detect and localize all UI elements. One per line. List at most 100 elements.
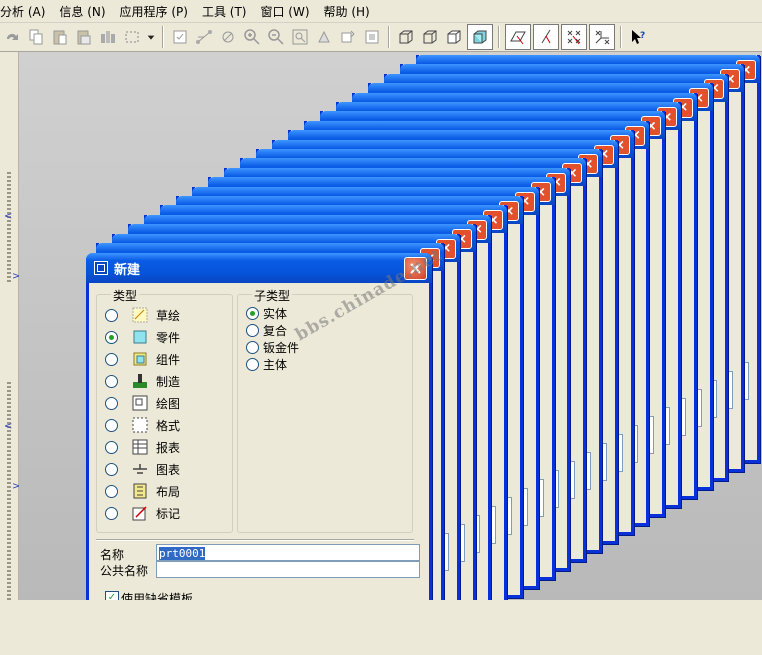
type-option-label: 绘图 — [156, 396, 181, 411]
subtype-option-label: 实体 — [263, 306, 288, 321]
common-name-field[interactable] — [156, 561, 420, 578]
type-radio[interactable] — [105, 330, 118, 344]
strip-grip[interactable] — [7, 172, 11, 282]
type-radio[interactable] — [105, 440, 118, 454]
type-option[interactable]: 图表 — [105, 459, 180, 479]
manufacturing-icon — [132, 373, 148, 389]
new-dialog: 新建 类型 草绘 零件 组件 制造 绘图 格式 报表 图表 布局 标记 子类型 实体 复合 钣金件 主体… — [86, 253, 432, 650]
markup-icon — [132, 505, 148, 521]
assembly-icon — [132, 351, 148, 367]
type-option[interactable]: 绘图 — [105, 393, 180, 413]
chevron-left-icon[interactable]: < — [4, 212, 12, 222]
type-radio[interactable] — [105, 418, 118, 432]
subtype-radio[interactable] — [246, 357, 259, 371]
type-radio[interactable] — [105, 374, 118, 388]
datum-point-icon[interactable] — [217, 26, 239, 48]
menu-apps[interactable]: 应用程序 (P) — [113, 3, 195, 20]
point-symbols-toggle-icon[interactable] — [561, 24, 587, 50]
no-hidden-icon[interactable] — [443, 26, 465, 48]
diagram-icon — [132, 461, 148, 477]
layout-icon — [132, 483, 148, 499]
name-field[interactable]: prt0001 — [156, 544, 420, 561]
menu-help[interactable]: 帮助 (H) — [317, 3, 377, 20]
type-option[interactable]: 草绘 — [105, 305, 180, 325]
subtype-option[interactable]: 钣金件 — [246, 338, 299, 356]
subtype-radio[interactable] — [246, 306, 259, 320]
window-icon — [94, 261, 108, 275]
hidden-line-icon[interactable] — [419, 26, 441, 48]
view-manager-icon[interactable] — [361, 26, 383, 48]
toolbar-separator — [162, 26, 164, 48]
context-help-icon[interactable]: ? — [627, 26, 649, 48]
type-radio[interactable] — [105, 462, 118, 476]
shading-icon[interactable] — [467, 24, 493, 50]
type-radio[interactable] — [105, 308, 118, 322]
subtype-option[interactable]: 主体 — [246, 355, 287, 373]
status-bar — [0, 600, 762, 655]
part-icon — [132, 329, 148, 345]
select-box-icon[interactable] — [121, 26, 143, 48]
type-radio[interactable] — [105, 506, 118, 520]
chevron-down-icon[interactable] — [145, 26, 157, 48]
menu-bar: 分析 (A) 信息 (N) 应用程序 (P) 工具 (T) 窗口 (W) 帮助 … — [0, 0, 762, 23]
datum-planes-toggle-icon[interactable] — [505, 24, 531, 50]
report-icon — [132, 439, 148, 455]
type-group: 类型 草绘零件组件制造绘图格式报表图表布局标记 — [96, 287, 233, 533]
type-option-label: 格式 — [156, 418, 181, 433]
subtype-option[interactable]: 实体 — [246, 304, 287, 322]
type-option-label: 标记 — [156, 506, 181, 521]
type-option-label: 零件 — [156, 330, 181, 345]
menu-window[interactable]: 窗口 (W) — [253, 3, 316, 20]
type-option[interactable]: 零件 — [105, 327, 180, 347]
type-option-label: 图表 — [156, 462, 181, 477]
type-option-label: 布局 — [156, 484, 181, 499]
saved-views-icon[interactable] — [337, 26, 359, 48]
chevron-left-icon[interactable]: < — [4, 422, 12, 432]
zoom-out-icon[interactable] — [265, 26, 287, 48]
model-tree-strip: < > < > — [0, 52, 20, 602]
datum-axis-icon[interactable] — [193, 26, 215, 48]
subtype-option-label: 复合 — [263, 323, 288, 338]
datum-axes-toggle-icon[interactable] — [533, 24, 559, 50]
type-option[interactable]: 制造 — [105, 371, 180, 391]
subtype-radio[interactable] — [246, 323, 259, 337]
refit-icon[interactable] — [289, 26, 311, 48]
type-radio[interactable] — [105, 396, 118, 410]
menu-tools[interactable]: 工具 (T) — [195, 3, 254, 20]
subtype-option-label: 钣金件 — [263, 340, 300, 355]
type-option-label: 组件 — [156, 352, 181, 367]
menu-analysis[interactable]: 分析 (A) — [0, 3, 52, 20]
subtype-option-label: 主体 — [263, 357, 288, 372]
strip-grip[interactable] — [7, 382, 11, 602]
paste-special-icon[interactable] — [73, 26, 95, 48]
coord-systems-toggle-icon[interactable] — [589, 24, 615, 50]
regenerate-icon[interactable] — [97, 26, 119, 48]
type-option[interactable]: 布局 — [105, 481, 180, 501]
divider — [96, 539, 414, 541]
subtype-radio[interactable] — [246, 340, 259, 354]
type-option[interactable]: 格式 — [105, 415, 180, 435]
wireframe-icon[interactable] — [395, 26, 417, 48]
type-group-label: 类型 — [111, 287, 140, 304]
type-option-label: 草绘 — [156, 308, 181, 323]
type-option[interactable]: 标记 — [105, 503, 180, 523]
drawing-icon — [132, 395, 148, 411]
svg-text:?: ? — [640, 31, 645, 41]
paste-icon[interactable] — [49, 26, 71, 48]
type-option[interactable]: 组件 — [105, 349, 180, 369]
toolbar-separator — [620, 26, 622, 48]
toolbar-separator — [388, 26, 390, 48]
zoom-in-icon[interactable] — [241, 26, 263, 48]
datum-plane-icon[interactable] — [169, 26, 191, 48]
format-icon — [132, 417, 148, 433]
type-radio[interactable] — [105, 352, 118, 366]
type-option[interactable]: 报表 — [105, 437, 180, 457]
type-radio[interactable] — [105, 484, 118, 498]
subtype-option[interactable]: 复合 — [246, 321, 287, 339]
copy-icon[interactable] — [25, 26, 47, 48]
menu-info[interactable]: 信息 (N) — [52, 3, 112, 20]
orient-icon[interactable] — [313, 26, 335, 48]
name-value: prt0001 — [159, 547, 206, 560]
dialog-title: 新建 — [114, 262, 141, 278]
redo-icon[interactable] — [1, 26, 23, 48]
